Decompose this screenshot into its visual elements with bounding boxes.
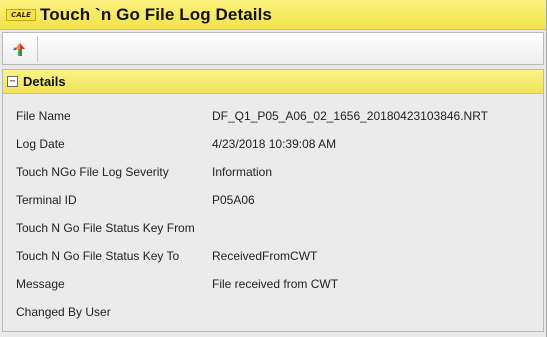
field-label: Log Date (16, 137, 65, 151)
field-row-status-key-from: Touch N Go File Status Key From (3, 214, 543, 242)
field-label: Changed By User (16, 305, 111, 319)
field-label: Touch N Go File Status Key To (16, 249, 180, 263)
field-label: File Name (16, 109, 71, 123)
upload-button[interactable] (7, 35, 38, 62)
field-row-status-key-to: Touch N Go File Status Key To ReceivedFr… (3, 242, 543, 270)
field-value: Information (212, 165, 273, 179)
field-value: 4/23/2018 10:39:08 AM (212, 137, 337, 151)
title-bar: CALE Touch `n Go File Log Details (0, 0, 546, 30)
field-value: File received from CWT (212, 277, 339, 291)
detail-window: CALE Touch `n Go File Log Details − Deta… (0, 0, 547, 337)
details-section-header[interactable]: − Details (3, 70, 543, 94)
details-fields: File Name DF_Q1_P05_A06_02_1656_20180423… (3, 94, 543, 326)
field-row-log-date: Log Date 4/23/2018 10:39:08 AM (3, 130, 543, 158)
collapse-toggle-icon[interactable]: − (7, 76, 18, 87)
details-section: − Details File Name DF_Q1_P05_A06_02_165… (2, 69, 544, 332)
field-value: P05A06 (212, 193, 255, 207)
field-row-message: Message File received from CWT (3, 270, 543, 298)
app-logo: CALE (6, 8, 36, 21)
toolbar (2, 32, 544, 65)
field-row-file-name: File Name DF_Q1_P05_A06_02_1656_20180423… (3, 102, 543, 130)
field-label: Terminal ID (16, 193, 77, 207)
field-label: Touch NGo File Log Severity (16, 165, 169, 179)
field-value: ReceivedFromCWT (212, 249, 318, 263)
page-title: Touch `n Go File Log Details (40, 4, 272, 24)
section-title: Details (23, 74, 66, 89)
field-row-severity: Touch NGo File Log Severity Information (3, 158, 543, 186)
field-row-changed-by-user: Changed By User (3, 298, 543, 326)
field-label: Message (16, 277, 65, 291)
field-row-terminal-id: Terminal ID P05A06 (3, 186, 543, 214)
field-value: DF_Q1_P05_A06_02_1656_20180423103846.NRT (212, 109, 489, 123)
field-label: Touch N Go File Status Key From (16, 221, 195, 235)
upload-arrow-icon (13, 42, 25, 56)
